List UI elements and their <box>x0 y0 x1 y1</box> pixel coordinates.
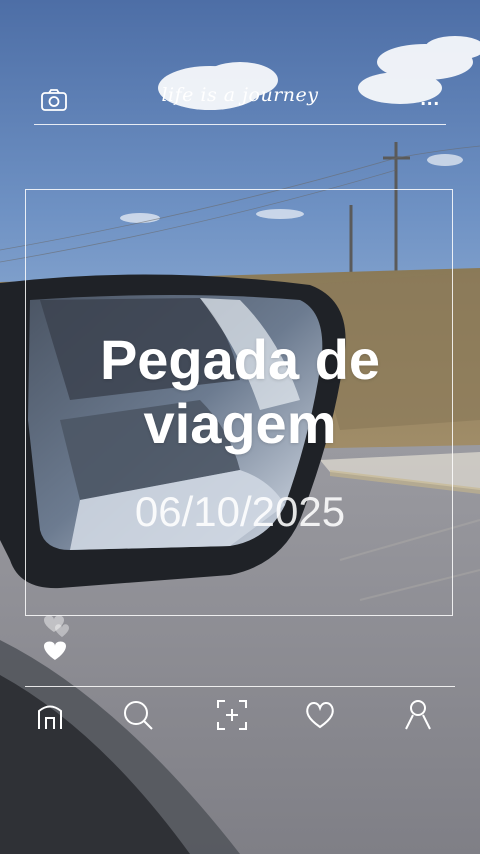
heart-icon[interactable] <box>303 698 337 732</box>
bottom-nav <box>0 698 480 738</box>
bottom-divider <box>25 686 455 687</box>
post-title-line1: Pegada de <box>99 328 381 391</box>
post-title: Pegada de viagem <box>0 328 480 456</box>
like-hearts[interactable] <box>40 610 80 670</box>
add-photo-icon[interactable] <box>215 698 249 732</box>
more-dots-icon[interactable]: ... <box>420 88 440 111</box>
top-bar: life is a journey ... <box>34 78 446 125</box>
heart-icon <box>44 641 66 660</box>
post-title-line2: viagem <box>143 392 337 455</box>
brand-title: life is a journey <box>161 84 319 106</box>
home-icon[interactable] <box>33 698 67 732</box>
post-date: 06/10/2025 <box>134 488 346 535</box>
profile-icon[interactable] <box>401 698 435 732</box>
search-icon[interactable] <box>121 698 155 732</box>
heart-icon-faded-2 <box>55 624 69 637</box>
